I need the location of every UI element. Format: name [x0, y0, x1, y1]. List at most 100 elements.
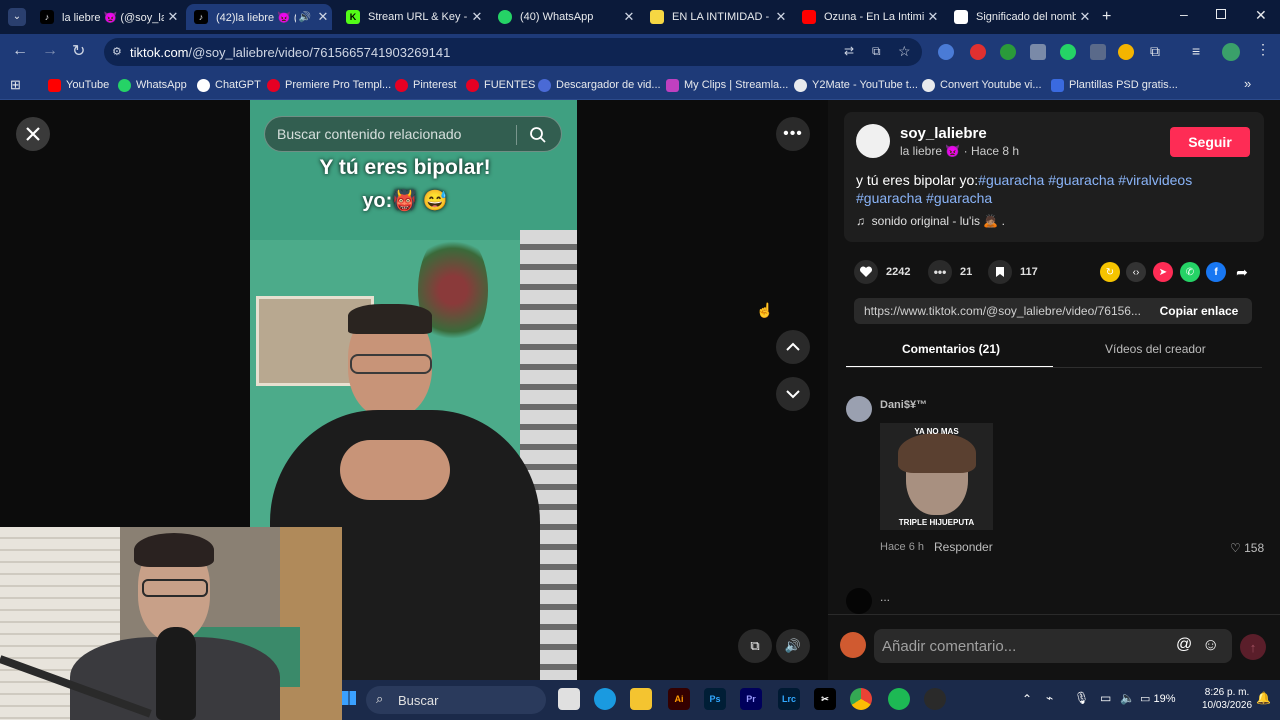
bookmark-chatgpt[interactable]: ChatGPT [197, 76, 261, 94]
video-link-field[interactable]: https://www.tiktok.com/@soy_laliebre/vid… [854, 298, 1252, 324]
embed-icon[interactable]: ‹› [1126, 262, 1146, 282]
restore-icon[interactable] [1216, 9, 1226, 19]
comment-like[interactable]: ♡ 158 [1230, 541, 1264, 555]
extension-icon[interactable] [1090, 44, 1106, 60]
extension-icon[interactable] [1060, 44, 1076, 60]
related-search-input[interactable]: Buscar contenido relacionado [264, 116, 562, 152]
commenter-name[interactable]: Dani$¥™ [880, 399, 927, 411]
capcut-icon[interactable]: ✂ [814, 688, 836, 710]
notifications-icon[interactable]: 🔔 [1256, 691, 1271, 705]
like-stat[interactable]: 2242 [854, 260, 910, 284]
browser-tab[interactable]: (40) WhatsApp ✕ [490, 4, 638, 30]
repost-icon[interactable]: ↻ [1100, 262, 1120, 282]
tab-creator-videos[interactable]: Vídeos del creador [1105, 342, 1206, 356]
miniplayer-button[interactable]: ⧉ [738, 629, 772, 663]
tray-chevron-icon[interactable]: ⌃ [1022, 692, 1032, 706]
tab-list-chevron-icon[interactable]: ⌄ [8, 8, 26, 26]
browser-menu-icon[interactable]: ⋮ [1256, 41, 1270, 58]
bookmark-y2mate[interactable]: Y2Mate - YouTube t... [794, 76, 918, 94]
bookmark-pinterest[interactable]: Pinterest [395, 76, 456, 94]
speaker-icon[interactable]: 🔊 [296, 12, 314, 23]
sound-row[interactable]: ♫ sonido original - lu'is 🙇🏽 . [856, 214, 1005, 228]
forward-arrow-icon[interactable]: → [42, 42, 58, 60]
extension-icon[interactable] [938, 44, 954, 60]
bookmark-fuentes[interactable]: FUENTES [466, 76, 535, 94]
tab-comments[interactable]: Comentarios (21) [902, 342, 1000, 356]
tray-battery[interactable]: ▭ 19% [1140, 692, 1176, 705]
reply-button[interactable]: Responder [934, 540, 993, 554]
browser-tab[interactable]: EN LA INTIMIDAD - C ✕ [642, 4, 790, 30]
share-arrow-icon[interactable]: ➦ [1232, 262, 1252, 282]
copy-link-button[interactable]: Copiar enlace [1146, 304, 1252, 318]
bookmark-premiere[interactable]: Premiere Pro Templ... [267, 76, 391, 94]
more-bookmarks-icon[interactable]: » [1244, 76, 1251, 91]
file-explorer-icon[interactable] [630, 688, 652, 710]
task-view-icon[interactable] [558, 688, 580, 710]
browser-tab[interactable]: ♪ la liebre 👿 (@soy_la ✕ [32, 4, 182, 30]
new-tab-plus-icon[interactable]: + [1102, 8, 1111, 26]
extension-icon[interactable] [1118, 44, 1134, 60]
bookmark-convert[interactable]: Convert Youtube vi... [922, 76, 1042, 94]
profile-avatar[interactable] [1222, 43, 1240, 61]
follow-button[interactable]: Seguir [1170, 127, 1250, 157]
save-stat[interactable]: 117 [988, 260, 1038, 284]
search-icon[interactable] [529, 126, 547, 144]
windows-start-icon[interactable] [342, 691, 356, 705]
more-options-button[interactable]: ••• [776, 117, 810, 151]
close-tab-icon[interactable]: ✕ [468, 9, 486, 25]
facebook-share-icon[interactable]: f [1206, 262, 1226, 282]
emoji-icon[interactable]: ☺ [1202, 635, 1219, 655]
bookmark-streamladder[interactable]: My Clips | Streamla... [666, 76, 788, 94]
obs-icon[interactable] [924, 688, 946, 710]
translate-icon[interactable]: ⇄ [844, 44, 854, 58]
extension-icon[interactable] [970, 44, 986, 60]
minimize-icon[interactable]: – [1180, 6, 1188, 22]
reload-icon[interactable]: ↻ [72, 41, 85, 61]
commenter-avatar[interactable] [846, 396, 872, 422]
tray-display-icon[interactable]: ▭ [1100, 691, 1111, 705]
close-tab-icon[interactable]: ✕ [620, 9, 638, 25]
bookmark-youtube[interactable]: YouTube [48, 76, 109, 94]
install-app-icon[interactable]: ⧉ [872, 44, 881, 59]
comment-stat[interactable]: ••• 21 [928, 260, 972, 284]
premiere-icon[interactable]: Pr [740, 688, 762, 710]
apps-grid-icon[interactable]: ⊞ [10, 77, 21, 93]
close-window-icon[interactable]: ✕ [1255, 7, 1267, 24]
volume-button[interactable]: 🔊 [776, 629, 810, 663]
lightroom-icon[interactable]: Lrc [778, 688, 800, 710]
next-comment-avatar[interactable] [846, 588, 872, 614]
browser-tab[interactable]: K Stream URL & Key - k ✕ [338, 4, 486, 30]
author-avatar[interactable] [856, 124, 890, 158]
tray-volume-icon[interactable]: 🔈 [1120, 691, 1135, 705]
spotify-icon[interactable] [888, 688, 910, 710]
bookmark-plantillas[interactable]: Plantillas PSD gratis... [1051, 76, 1178, 94]
previous-video-button[interactable] [776, 330, 810, 364]
url-field[interactable]: ⚙ tiktok.com/@soy_laliebre/video/7615665… [104, 38, 922, 66]
browser-tab-active[interactable]: ♪ (42)la liebre 👿 (@ 🔊 ✕ [186, 4, 332, 30]
close-video-button[interactable] [16, 117, 50, 151]
close-tab-icon[interactable]: ✕ [772, 9, 790, 25]
photoshop-icon[interactable]: Ps [704, 688, 726, 710]
post-comment-button[interactable]: ↑ [1240, 634, 1266, 660]
close-tab-icon[interactable]: ✕ [1076, 9, 1094, 25]
extension-icon[interactable] [1030, 44, 1046, 60]
mention-icon[interactable]: @ [1176, 636, 1192, 654]
whatsapp-share-icon[interactable]: ✆ [1180, 262, 1200, 282]
extension-icon[interactable] [1000, 44, 1016, 60]
chrome-icon[interactable] [850, 688, 872, 710]
site-info-icon[interactable]: ⚙ [112, 45, 122, 58]
bookmark-whatsapp[interactable]: WhatsApp [118, 76, 187, 94]
extensions-puzzle-icon[interactable]: ⧉ [1150, 43, 1160, 60]
back-arrow-icon[interactable]: ← [12, 42, 28, 60]
taskbar-search[interactable]: ⌕ Buscar [366, 686, 546, 714]
illustrator-icon[interactable]: Ai [668, 688, 690, 710]
edge-icon[interactable] [594, 688, 616, 710]
add-comment-input[interactable]: Añadir comentario... @ ☺ [874, 629, 1232, 663]
close-tab-icon[interactable]: ✕ [924, 9, 942, 25]
author-handle[interactable]: soy_laliebre [900, 125, 987, 142]
comment-meme-image[interactable]: YA NO MAS TRIPLE HIJUEPUTA [880, 423, 993, 530]
tray-network-icon[interactable]: ⌁ [1046, 691, 1053, 705]
browser-tab[interactable]: Ozuna - En La Intimi ✕ [794, 4, 942, 30]
bookmark-star-icon[interactable]: ☆ [898, 43, 911, 60]
browser-tab[interactable]: Significado del nomb ✕ [946, 4, 1094, 30]
